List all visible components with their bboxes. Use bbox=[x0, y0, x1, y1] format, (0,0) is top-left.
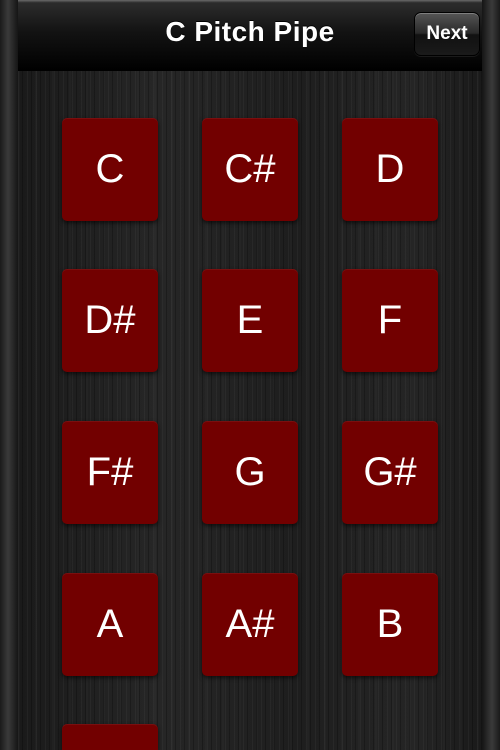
note-key-f-sharp[interactable]: F# bbox=[62, 421, 158, 524]
note-key-e[interactable]: E bbox=[202, 269, 298, 372]
note-key-a[interactable]: A bbox=[62, 573, 158, 676]
note-key-b[interactable]: B bbox=[342, 573, 438, 676]
next-button[interactable]: Next bbox=[414, 12, 480, 56]
app-screen: C Pitch Pipe Next C C# D D# E F F# G G# … bbox=[0, 0, 500, 750]
note-key-f[interactable]: F bbox=[342, 269, 438, 372]
device-bezel-left bbox=[0, 0, 18, 750]
note-key-c-sharp[interactable]: C# bbox=[202, 118, 298, 221]
note-key-d-sharp[interactable]: D# bbox=[62, 269, 158, 372]
device-bezel-right bbox=[482, 0, 500, 750]
wood-background: C C# D D# E F F# G G# A A# B bbox=[18, 70, 482, 750]
note-key-g-sharp[interactable]: G# bbox=[342, 421, 438, 524]
navigation-bar: C Pitch Pipe Next bbox=[18, 0, 482, 71]
note-key-g[interactable]: G bbox=[202, 421, 298, 524]
note-key-partial[interactable] bbox=[62, 724, 158, 750]
note-key-a-sharp[interactable]: A# bbox=[202, 573, 298, 676]
page-title: C Pitch Pipe bbox=[165, 16, 335, 47]
note-key-d[interactable]: D bbox=[342, 118, 438, 221]
note-key-c[interactable]: C bbox=[62, 118, 158, 221]
